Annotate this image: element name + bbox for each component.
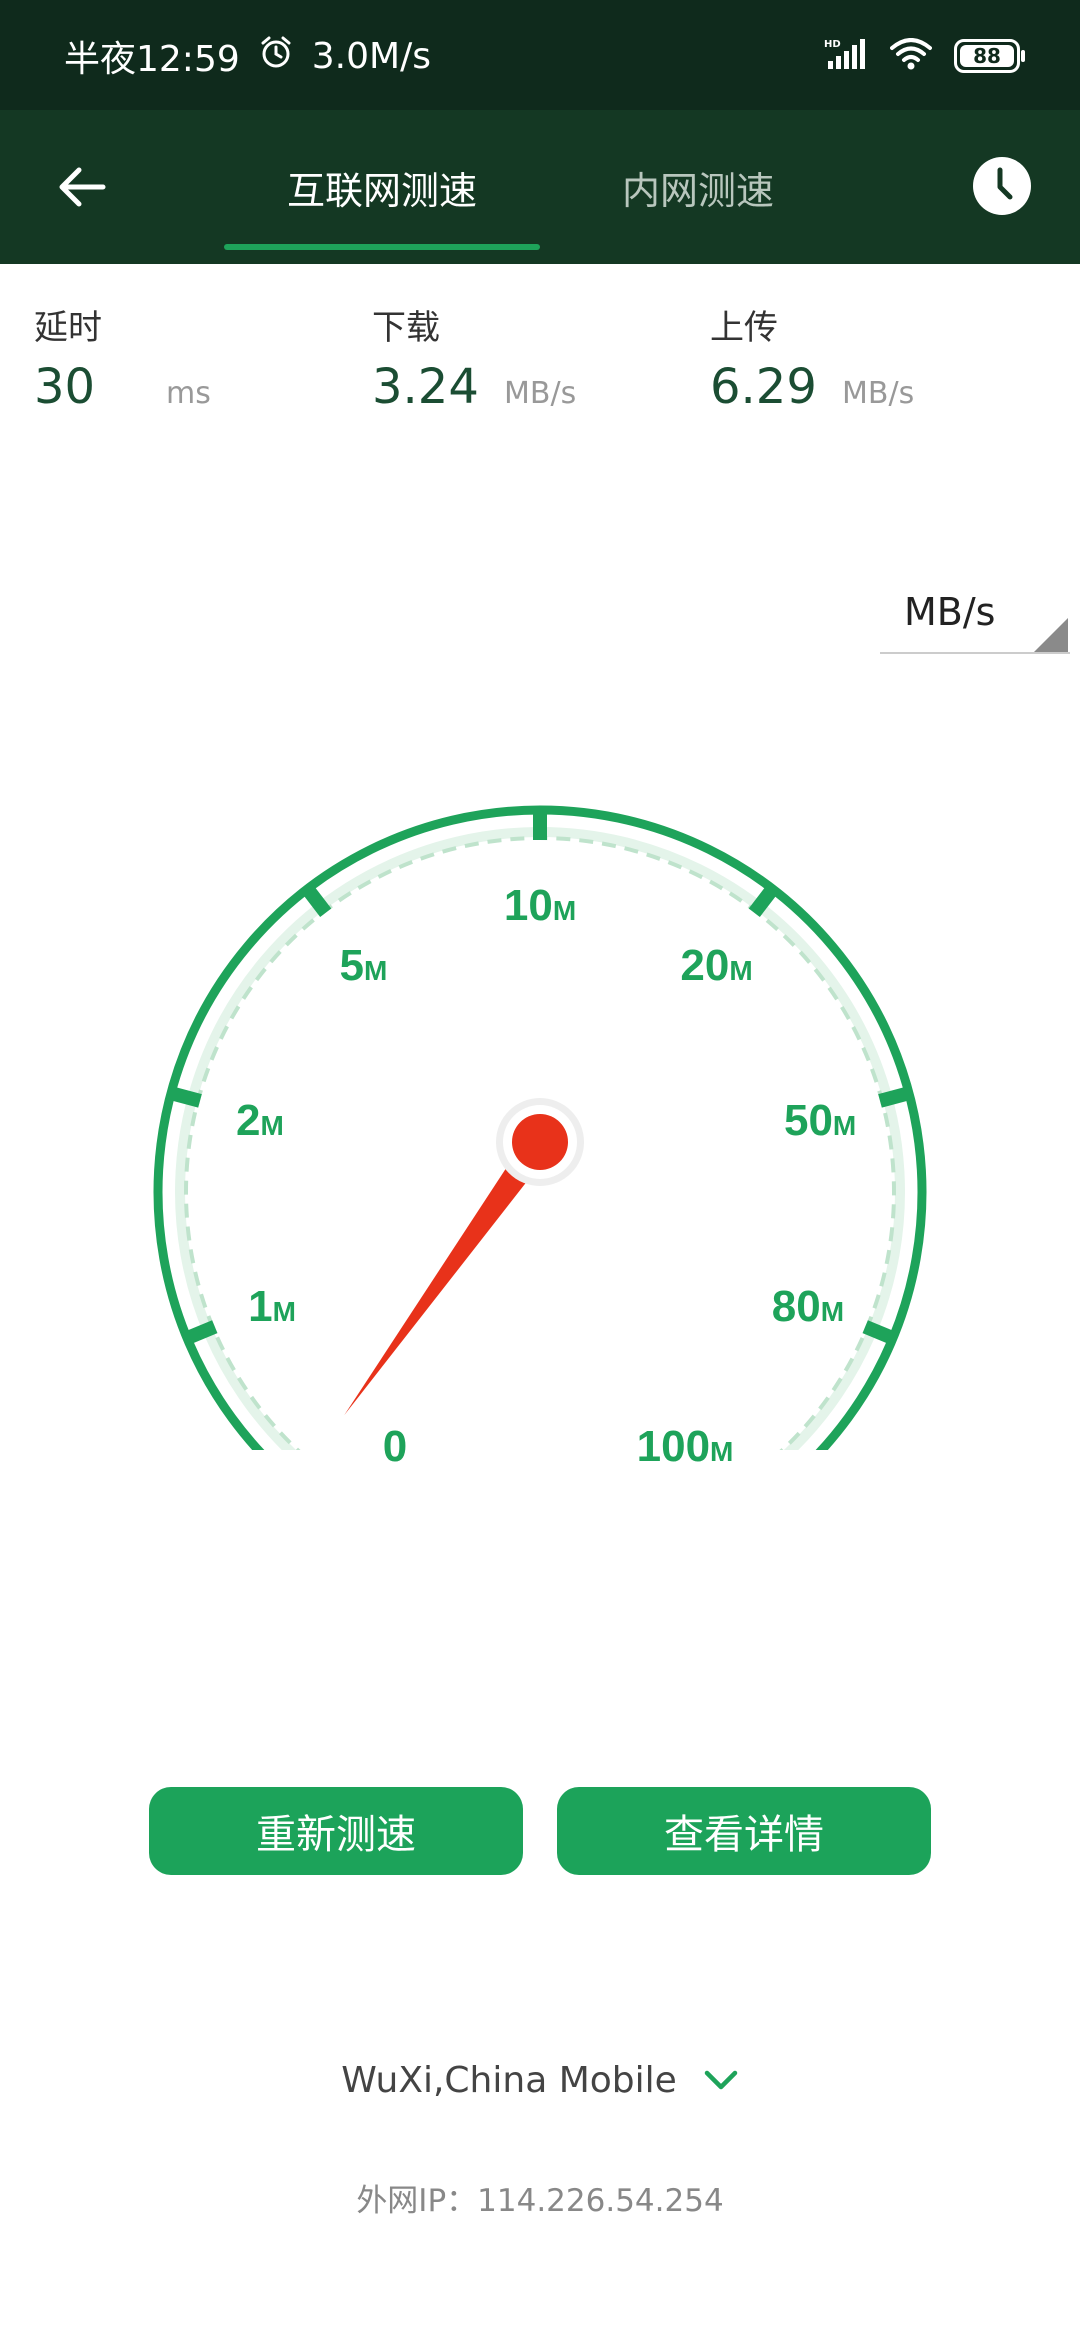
gauge-label-number: 50	[783, 1095, 833, 1145]
server-location-text: WuXi,China Mobile	[341, 2059, 677, 2101]
chevron-down-icon	[704, 2070, 738, 2090]
public-ip-text: 外网IP：114.226.54.254	[356, 2183, 724, 2219]
speed-gauge	[153, 805, 927, 1450]
gauge-label-unit: M	[272, 1295, 296, 1327]
server-location-selector[interactable]: WuXi,China Mobile	[0, 2050, 1080, 2110]
gauge-label-number: 80	[771, 1281, 821, 1331]
gauge-label-number: 5	[339, 940, 365, 990]
gauge-tick-50	[878, 1085, 915, 1108]
gauge-label-5: 5M	[340, 941, 388, 991]
gauge-label-unit: M	[552, 895, 577, 926]
gauge-label-unit: M	[364, 954, 388, 986]
gauge-label-unit: M	[820, 1295, 845, 1327]
gauge-label-number: 10	[503, 881, 553, 930]
gauge-label-20: 20M	[680, 941, 752, 991]
gauge-label-0: 0	[383, 1422, 407, 1472]
gauge-label-number: 1	[248, 1281, 273, 1331]
gauge-label-number: 100	[636, 1422, 711, 1472]
view-details-button[interactable]: 查看详情	[557, 1787, 931, 1875]
gauge-label-number: 2	[235, 1095, 261, 1145]
gauge-needle-hub	[512, 1114, 568, 1170]
retest-button[interactable]: 重新测速	[149, 1787, 523, 1875]
gauge-label-unit: M	[710, 1436, 734, 1468]
gauge-label-50: 50M	[784, 1096, 856, 1146]
gauge-label-10: 10M	[504, 881, 576, 931]
gauge-tick-2	[165, 1085, 202, 1108]
battery-level: 88	[973, 44, 1001, 68]
gauge-label-1: 1M	[248, 1282, 296, 1332]
gauge-label-80: 80M	[772, 1282, 844, 1332]
gauge-tick-20	[748, 881, 781, 918]
gauge-label-number: 20	[680, 940, 730, 990]
gauge-label-unit: M	[832, 1109, 857, 1141]
gauge-label-unit: M	[260, 1109, 284, 1141]
speed-test-screen: 半夜12:59 3.0M/s HD 88 互联网测速 内网测速 延时 30 ms…	[0, 0, 1080, 2340]
gauge-label-number: 0	[382, 1422, 408, 1472]
gauge-needle	[344, 1098, 584, 1416]
gauge-label-2: 2M	[236, 1096, 284, 1146]
gauge-label-100: 100M	[637, 1422, 734, 1472]
gauge-label-unit: M	[729, 954, 753, 986]
gauge-tick-5	[299, 881, 332, 918]
